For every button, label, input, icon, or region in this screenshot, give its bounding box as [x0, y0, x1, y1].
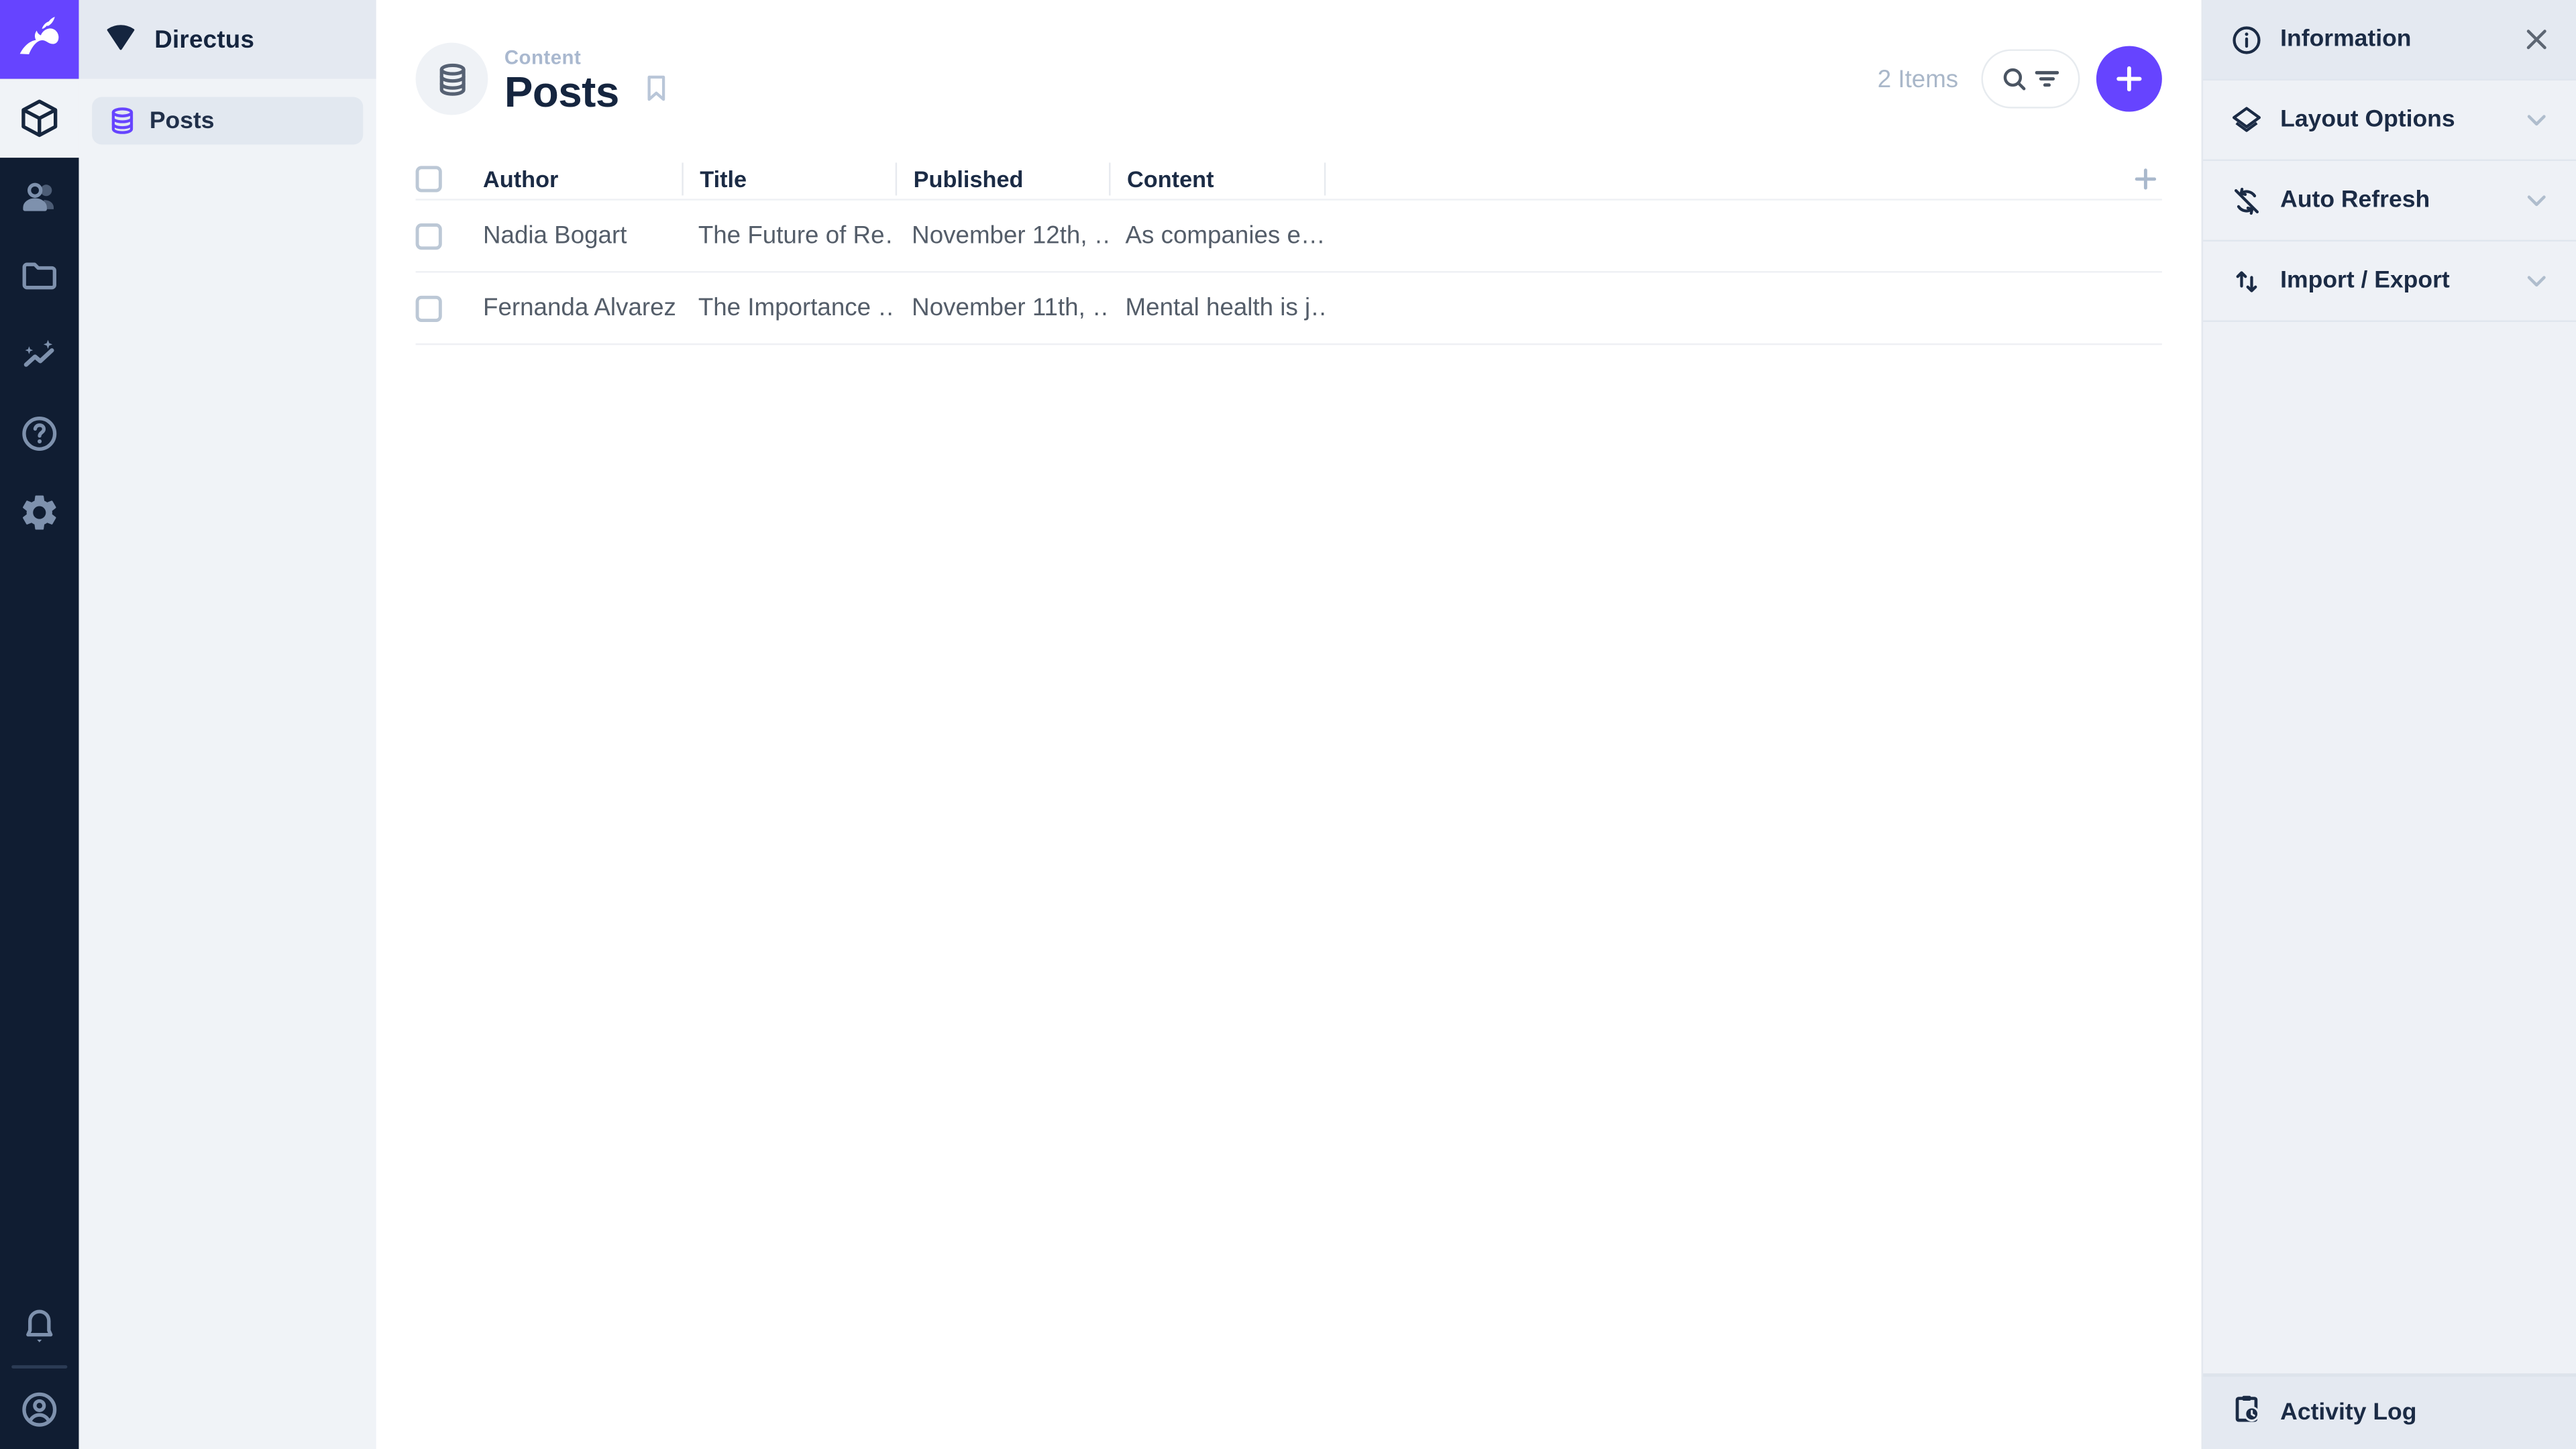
sidebar-section-information[interactable]: Information [2203, 0, 2576, 81]
cell-content: As companies e… [1125, 221, 1324, 250]
rabbit-logo-icon [15, 11, 64, 68]
cell-published: November 12th, … [912, 221, 1110, 250]
collection-icon-button[interactable] [415, 42, 488, 115]
items-table: Author Title Published Content Nadia Bog… [415, 158, 2162, 345]
project-name: Directus [154, 25, 255, 54]
row-select-cell [415, 222, 483, 250]
page-title: Posts [504, 66, 619, 116]
plus-icon [2111, 61, 2147, 97]
bookmark-icon[interactable] [639, 70, 673, 110]
table-header-end [1324, 162, 2162, 195]
module-content[interactable] [0, 78, 79, 158]
add-field-icon[interactable] [2129, 162, 2162, 195]
table-row[interactable]: Fernanda Alvarez The Importance … Novemb… [415, 273, 2162, 345]
close-icon[interactable] [2520, 23, 2553, 56]
section-label: Layout Options [2280, 107, 2455, 133]
cell-title: The Future of Re… [698, 221, 896, 250]
cell-author: Nadia Bogart [483, 221, 627, 250]
help-icon [18, 413, 61, 455]
people-icon [18, 176, 61, 219]
sidebar-section-import-export[interactable]: Import / Export [2203, 241, 2576, 323]
activity-log-icon [2229, 1391, 2263, 1434]
module-bar [0, 0, 79, 1449]
search-icon[interactable] [1998, 62, 2031, 95]
cell-content: Mental health is j… [1125, 294, 1324, 323]
sidebar-item-label: Posts [149, 107, 215, 134]
column-header-author[interactable]: Author [483, 162, 682, 195]
title-block: Content Posts [504, 45, 619, 112]
cell-published: November 11th, … [912, 294, 1110, 323]
folder-icon [18, 255, 61, 298]
activity-log-label: Activity Log [2280, 1399, 2417, 1426]
database-icon [107, 105, 138, 137]
gear-icon [18, 491, 61, 534]
add-item-button[interactable] [2096, 46, 2162, 112]
info-sidebar: Information Layout Options Auto Refresh … [2201, 0, 2576, 1449]
column-header-published[interactable]: Published [895, 162, 1109, 195]
cell-author: Fernanda Alvarez [483, 294, 676, 323]
account-button[interactable] [0, 1370, 79, 1449]
column-header-title[interactable]: Title [682, 162, 895, 195]
module-files[interactable] [0, 237, 79, 316]
sidebar-item-posts[interactable]: Posts [92, 97, 364, 145]
notifications-button[interactable] [0, 1287, 79, 1366]
row-checkbox[interactable] [415, 222, 442, 250]
select-all-checkbox[interactable] [415, 165, 442, 192]
column-header-content[interactable]: Content [1109, 162, 1324, 195]
section-label: Information [2280, 26, 2412, 53]
module-settings[interactable] [0, 473, 79, 552]
filter-icon[interactable] [2031, 62, 2063, 95]
sync-disabled-icon [2229, 183, 2263, 217]
swap-vert-icon [2229, 264, 2263, 298]
table-row[interactable]: Nadia Bogart The Future of Re… November … [415, 201, 2162, 273]
chevron-down-icon [2520, 264, 2553, 297]
account-circle-icon [18, 1388, 61, 1431]
module-bar-divider [11, 1365, 68, 1369]
search-filter-pill [1981, 49, 2080, 109]
app-window: Directus Posts Content Posts 2 Items Aut… [0, 0, 2576, 1449]
section-label: Import / Export [2280, 268, 2450, 294]
bell-icon [18, 1304, 61, 1347]
directus-logo[interactable] [0, 0, 79, 79]
module-users[interactable] [0, 158, 79, 237]
section-label: Auto Refresh [2280, 187, 2430, 214]
select-all-cell [415, 165, 483, 192]
page-header: Content Posts 2 Items [376, 0, 2202, 158]
info-icon [2229, 22, 2263, 56]
sidebar-section-auto-refresh[interactable]: Auto Refresh [2203, 161, 2576, 242]
cube-icon [18, 97, 61, 140]
items-count: 2 Items [1877, 64, 1959, 93]
chevron-down-icon [2520, 103, 2553, 136]
cell-title: The Importance … [698, 294, 896, 323]
insights-icon [18, 333, 61, 376]
main-content: Content Posts 2 Items Author Title Publi… [376, 0, 2202, 1449]
breadcrumb[interactable]: Content [504, 45, 619, 68]
activity-log-button[interactable]: Activity Log [2203, 1373, 2576, 1449]
table-header-row: Author Title Published Content [415, 158, 2162, 201]
row-select-cell [415, 294, 483, 321]
project-header[interactable]: Directus [78, 0, 376, 79]
chevron-down-icon [2520, 184, 2553, 217]
module-insights[interactable] [0, 315, 79, 394]
sidebar-section-layout-options[interactable]: Layout Options [2203, 80, 2576, 162]
module-docs[interactable] [0, 394, 79, 474]
layers-icon [2229, 103, 2263, 137]
row-checkbox[interactable] [415, 294, 442, 321]
navigation-sidebar: Directus Posts [78, 0, 376, 1449]
database-icon [433, 60, 470, 97]
project-logo-icon [102, 16, 140, 62]
